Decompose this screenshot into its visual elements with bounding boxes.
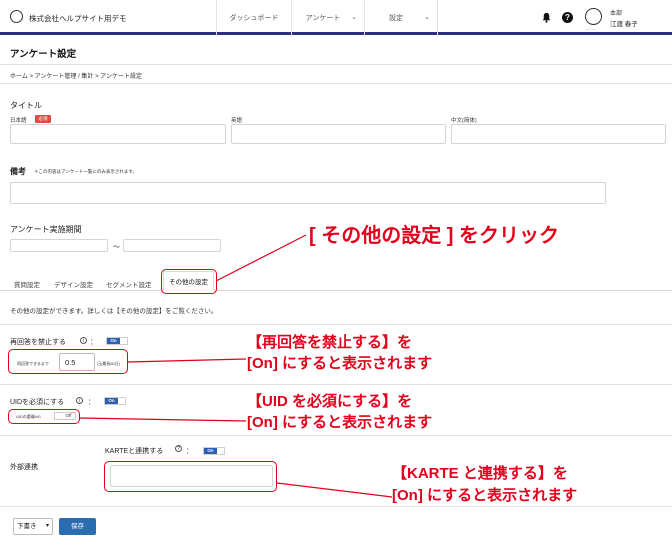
title-en-input[interactable] xyxy=(231,124,446,144)
nav-survey[interactable]: アンケート ⌄ xyxy=(291,0,364,35)
company-logo-icon xyxy=(10,10,23,23)
divider xyxy=(0,384,672,385)
title-label: タイトル xyxy=(10,101,42,110)
other-settings-description[interactable]: その他の設定ができます。詳しくは【その他の設定】をご覧ください。 xyxy=(10,305,217,315)
period-label: アンケート実施期間 xyxy=(10,225,82,234)
annotation-click: [ その他の設定 ] をクリック xyxy=(309,225,559,247)
lang-en-label: 英語 xyxy=(231,118,243,124)
period-start-input[interactable] xyxy=(10,239,108,252)
annotation-uid-2: [On] にすると表示されます xyxy=(247,414,433,431)
user-name: 江渡 春子 xyxy=(610,21,638,28)
toggle-on: On xyxy=(107,338,120,344)
nav-survey-label: アンケート xyxy=(305,14,341,22)
tab-highlight-oval xyxy=(161,269,217,294)
uid-toggle[interactable]: On xyxy=(104,397,126,405)
chevron-down-icon: ▾ xyxy=(45,523,49,529)
toggle-on: On xyxy=(105,398,118,404)
nav-dashboard-label: ダッシュボード xyxy=(229,14,279,22)
title-ja-input[interactable] xyxy=(10,124,226,144)
user-department: 本部 xyxy=(610,11,623,17)
annotation-reanswer-1: 【再回答を禁止する】を xyxy=(247,334,413,351)
karte-label: KARTEと連携する xyxy=(105,448,164,455)
uid-highlight-oval xyxy=(8,409,80,424)
colon: ： xyxy=(90,339,97,346)
colon: ： xyxy=(186,448,193,455)
tab-underline xyxy=(214,290,672,291)
toggle-on: On xyxy=(204,448,217,454)
divider xyxy=(0,506,672,507)
tab-segment[interactable]: セグメント設定 xyxy=(106,279,152,289)
karte-toggle[interactable]: On xyxy=(203,447,225,455)
avatar[interactable] xyxy=(585,8,602,25)
lang-zh-label: 中文(简体) xyxy=(451,118,477,124)
status-select-value: 下書き xyxy=(17,523,37,530)
reanswer-label: 再回答を禁止する xyxy=(10,339,66,346)
avatar-caption: ~~~~~~ xyxy=(585,27,596,31)
info-icon[interactable]: i xyxy=(80,337,87,344)
annotation-uid-1: 【UID を必須にする】を xyxy=(247,393,413,410)
page-title: アンケート設定 xyxy=(10,49,77,60)
nav-settings-label: 設定 xyxy=(389,14,403,22)
save-button[interactable]: 保存 xyxy=(59,518,96,535)
company-name: 株式会社ヘルプサイト用デモ xyxy=(29,14,127,23)
help-icon[interactable]: ? xyxy=(562,12,573,23)
reanswer-toggle[interactable]: On xyxy=(106,337,128,345)
nav-dashboard[interactable]: ダッシュボード xyxy=(216,0,291,35)
divider xyxy=(0,324,672,325)
tab-questions[interactable]: 質問設定 xyxy=(14,279,40,289)
tab-underline xyxy=(0,290,163,291)
help-icon[interactable]: ? xyxy=(175,445,182,452)
period-end-input[interactable] xyxy=(123,239,221,252)
lang-ja-label: 日本語 xyxy=(10,118,27,124)
uid-label: UIDを必須にする xyxy=(10,399,65,406)
period-separator: 〜 xyxy=(113,244,120,251)
bell-icon[interactable] xyxy=(541,12,552,23)
top-header: 株式会社ヘルプサイト用デモ ダッシュボード アンケート ⌄ 設定 ⌄ ? ~~~… xyxy=(0,0,672,35)
note-hint: ＊この内容はアンケート一覧にのみ表示されます。 xyxy=(34,169,137,174)
note-label: 備考 xyxy=(10,167,26,176)
status-select[interactable]: 下書き ▾ xyxy=(13,518,53,535)
external-label: 外部連携 xyxy=(10,464,38,471)
breadcrumb[interactable]: ホーム > アンケート管理 / 集計 > アンケート設定 xyxy=(10,71,142,80)
annotation-karte-1: 【KARTE と連携する】を xyxy=(392,465,568,482)
annotation-karte-2: [On] にすると表示されます xyxy=(392,487,578,504)
divider xyxy=(0,64,672,65)
divider xyxy=(0,83,672,84)
karte-highlight-oval xyxy=(104,461,277,492)
annotation-reanswer-2: [On] にすると表示されます xyxy=(247,355,433,372)
tab-design[interactable]: デザイン設定 xyxy=(54,279,93,289)
divider xyxy=(0,435,672,436)
chevron-down-icon: ⌄ xyxy=(424,14,430,21)
note-input[interactable] xyxy=(10,182,606,204)
colon: ： xyxy=(88,399,95,406)
reanswer-highlight-oval xyxy=(8,349,128,374)
required-badge: 必須 xyxy=(35,115,51,123)
nav-settings[interactable]: 設定 ⌄ xyxy=(364,0,438,35)
info-icon[interactable]: i xyxy=(76,397,83,404)
title-zh-input[interactable] xyxy=(451,124,666,144)
chevron-down-icon: ⌄ xyxy=(351,14,357,21)
